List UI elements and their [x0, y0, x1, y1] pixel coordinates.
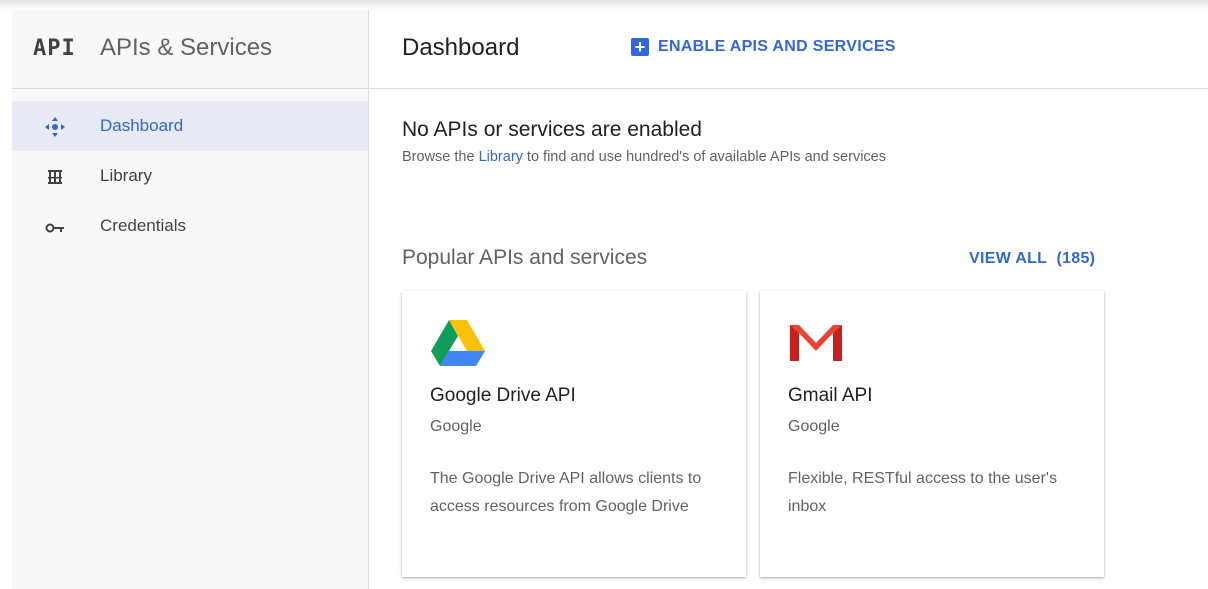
page-title: Dashboard	[402, 34, 520, 61]
card-description: Flexible, RESTful access to the user's i…	[788, 470, 1057, 515]
api-card-google-drive[interactable]: Google Drive API Google The Google Drive…	[402, 291, 746, 577]
library-icon	[44, 166, 66, 188]
sidebar-nav: Dashboard Library Credentials	[12, 89, 368, 251]
sidebar: API APIs & Services Dashboard Library Cr…	[12, 10, 369, 589]
sidebar-item-label: Dashboard	[100, 116, 184, 135]
product-title[interactable]: APIs & Services	[100, 34, 272, 62]
card-title: Google Drive API	[430, 385, 576, 406]
api-card-gmail[interactable]: Gmail API Google Flexible, RESTful acces…	[760, 291, 1104, 577]
sidebar-item-library[interactable]: Library	[12, 151, 368, 201]
dashboard-icon	[44, 116, 66, 138]
empty-desc-text: to find and use hundred's of available A…	[522, 149, 886, 165]
key-icon	[44, 216, 66, 238]
top-shadow	[0, 0, 1208, 10]
google-drive-icon	[430, 319, 486, 367]
main-content: Dashboard + ENABLE APIS AND SERVICES No …	[369, 10, 1208, 589]
api-logo: API	[33, 36, 76, 61]
card-title: Gmail API	[788, 385, 873, 406]
enable-apis-label: ENABLE APIS AND SERVICES	[658, 38, 896, 55]
main-header: Dashboard + ENABLE APIS AND SERVICES	[369, 10, 1208, 89]
sidebar-item-dashboard[interactable]: Dashboard	[12, 101, 368, 151]
gmail-icon	[788, 319, 844, 367]
view-all-link[interactable]: VIEW ALL (185)	[969, 250, 1095, 268]
popular-section-title: Popular APIs and services	[402, 246, 648, 269]
enable-apis-button[interactable]: + ENABLE APIS AND SERVICES	[631, 38, 896, 56]
library-link[interactable]: Library	[479, 149, 523, 165]
sidebar-item-credentials[interactable]: Credentials	[12, 201, 368, 251]
sidebar-item-label: Credentials	[100, 216, 186, 235]
plus-icon: +	[631, 38, 649, 56]
empty-state-title: No APIs or services are enabled	[402, 118, 702, 141]
empty-desc-text: Browse the	[402, 149, 479, 165]
card-vendor: Google	[788, 418, 840, 435]
card-description: The Google Drive API allows clients to a…	[430, 470, 702, 515]
sidebar-header: API APIs & Services	[12, 10, 368, 89]
sidebar-item-label: Library	[100, 166, 152, 185]
card-vendor: Google	[430, 418, 482, 435]
empty-state-description: Browse the Library to find and use hundr…	[402, 149, 886, 165]
